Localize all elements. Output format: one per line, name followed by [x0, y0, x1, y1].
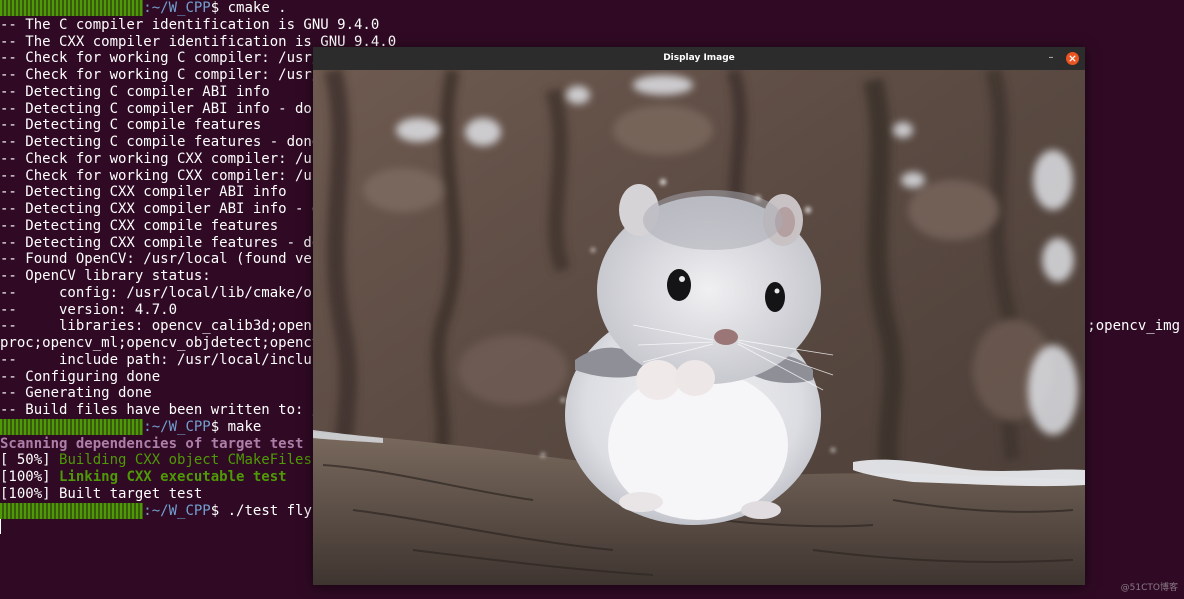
terminal-line: -- Detecting C compiler ABI info - don: [0, 101, 320, 118]
prompt-dollar: $: [210, 502, 220, 519]
prompt-user-host: xxxxxxxxxxxxxxxxx: [0, 418, 144, 435]
terminal-line: -- Detecting CXX compile features - do: [0, 235, 320, 252]
close-button[interactable]: [1066, 52, 1079, 65]
terminal-line-text: [100%] Built target test: [0, 485, 203, 502]
flying-squirrel-photo: [313, 70, 1085, 585]
terminal-line: [100%] Built target test: [0, 486, 202, 503]
window-titlebar[interactable]: Display Image –: [313, 47, 1085, 71]
terminal-prompt-line: xxxxxxxxxxxxxxxxx:~/W_CPP$ make: [0, 418, 262, 436]
prompt-path: :~/W_CPP: [143, 0, 211, 16]
terminal-line-text: -- config: /usr/local/lib/cmake/op: [0, 284, 321, 301]
terminal-line-text: proc;opencv_ml;opencv_objdetect;opencv: [0, 335, 321, 351]
terminal-line: -- libraries: opencv_calib3d;openc: [0, 318, 320, 335]
terminal-line-text: -- Generating done: [0, 385, 152, 402]
terminal-line-tail: ;opencv_img: [1087, 318, 1180, 335]
terminal-line-text: -- Found OpenCV: /usr/local (found ver: [0, 251, 321, 268]
terminal-line: -- OpenCV library status:: [0, 268, 211, 285]
prompt-user-host: xxxxxxxxxxxxxxxxx: [0, 0, 144, 16]
prompt-path: :~/W_CPP: [143, 418, 211, 435]
terminal-line: -- Check for working CXX compiler: /us: [0, 168, 320, 185]
prompt-path: :~/W_CPP: [143, 502, 211, 519]
terminal-line-text: -- Detecting C compiler ABI info: [0, 83, 270, 100]
terminal-line-text: -- OpenCV library status:: [0, 268, 211, 284]
terminal-line: -- Detecting C compile features - done: [0, 134, 320, 151]
terminal-line: -- Detecting CXX compiler ABI info - d: [0, 201, 320, 218]
window-title: Display Image: [663, 53, 735, 63]
terminal-line: Scanning dependencies of target test: [0, 436, 303, 453]
terminal-line: -- Generating done: [0, 385, 152, 402]
terminal-line-text: -- Detecting CXX compiler ABI info - d: [0, 201, 321, 217]
prompt-command: make: [219, 418, 262, 435]
terminal-line: -- Build files have been written to: /: [0, 402, 320, 419]
watermark: @51CTO博客: [1120, 583, 1178, 593]
terminal-line-text: Linking CXX executable test: [59, 469, 287, 485]
progress-prefix: [100%]: [0, 469, 60, 485]
terminal-line-text: -- Detecting CXX compile features - do: [0, 234, 321, 251]
prompt-command: cmake .: [219, 0, 287, 16]
terminal-line: -- Detecting CXX compile features: [0, 218, 278, 235]
terminal-line: [100%] Linking CXX executable test: [0, 469, 287, 486]
prompt-command: ./test fly: [219, 502, 312, 519]
display-image-window[interactable]: Display Image –: [313, 47, 1085, 585]
close-icon: [1069, 55, 1076, 62]
terminal-prompt-line: xxxxxxxxxxxxxxxxx:~/W_CPP$ cmake .: [0, 0, 287, 17]
terminal-line-text: -- Check for working CXX compiler: /us: [0, 150, 321, 167]
terminal-line-text: -- Detecting C compile features - done: [0, 134, 321, 150]
terminal-prompt-line: xxxxxxxxxxxxxxxxx:~/W_CPP$ ./test fly: [0, 502, 312, 520]
terminal-line-text: -- Detecting C compile features: [0, 117, 262, 134]
terminal-line: -- config: /usr/local/lib/cmake/op: [0, 285, 320, 302]
terminal-line-text: -- Detecting C compiler ABI info - don: [0, 100, 321, 117]
terminal-line-text: -- Configuring done: [0, 368, 161, 385]
terminal-line-text: Scanning dependencies of target test: [0, 435, 304, 452]
minimize-button[interactable]: –: [1045, 52, 1057, 64]
terminal-line-text: Building CXX object CMakeFiles: [59, 452, 312, 469]
prompt-dollar: $: [210, 0, 220, 16]
progress-prefix: [ 50%]: [0, 452, 60, 469]
terminal-line: -- Detecting C compile features: [0, 117, 261, 134]
prompt-dollar: $: [210, 418, 220, 435]
terminal-line-text: -- version: 4.7.0: [0, 301, 178, 318]
terminal-line-text: -- Detecting CXX compile features: [0, 217, 279, 234]
terminal-line: -- The C compiler identification is GNU …: [0, 17, 379, 34]
terminal-line-text: -- The C compiler identification is GNU …: [0, 16, 380, 33]
terminal-line-text: -- Check for working C compiler: /usr/: [0, 50, 321, 67]
terminal-line: proc;opencv_ml;opencv_objdetect;opencv: [0, 335, 320, 352]
terminal-line: -- Configuring done: [0, 369, 160, 386]
terminal-line-text: -- Check for working CXX compiler: /us: [0, 167, 321, 184]
terminal-line: -- version: 4.7.0: [0, 302, 177, 319]
terminal-line: -- Check for working C compiler: /usr/: [0, 67, 320, 84]
terminal-line: -- Detecting CXX compiler ABI info: [0, 184, 287, 201]
terminal-line: -- Found OpenCV: /usr/local (found ver: [0, 251, 320, 268]
terminal-line: [ 50%] Building CXX object CMakeFiles: [0, 452, 312, 469]
terminal-line-text: -- include path: /usr/local/inclu: [0, 351, 312, 368]
text-cursor: [0, 518, 1, 534]
terminal-line: -- Check for working C compiler: /usr/: [0, 50, 320, 67]
prompt-user-host: xxxxxxxxxxxxxxxxx: [0, 502, 144, 519]
terminal-line-text: -- Detecting CXX compiler ABI info: [0, 184, 287, 201]
terminal-line: -- include path: /usr/local/inclu: [0, 352, 312, 369]
terminal-line-text: -- Build files have been written to: /: [0, 402, 321, 418]
terminal-line-text: -- libraries: opencv_calib3d;openc: [0, 318, 321, 335]
terminal-line: -- Detecting C compiler ABI info: [0, 84, 270, 101]
terminal-line-text: -- Check for working C compiler: /usr/: [0, 67, 321, 83]
terminal-line: -- Check for working CXX compiler: /us: [0, 151, 320, 168]
